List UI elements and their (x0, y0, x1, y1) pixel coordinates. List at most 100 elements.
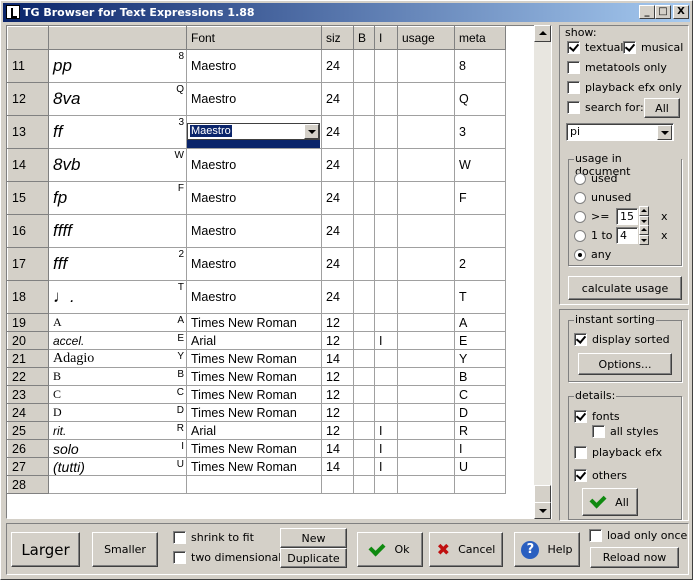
meta-cell[interactable]: B (454, 367, 506, 386)
shrink-to-fit-checkbox[interactable]: shrink to fit (173, 531, 254, 544)
scroll-up-arrow-icon[interactable] (534, 25, 551, 42)
table-row[interactable]: 23 C C Times New Roman 12 C (7, 385, 506, 404)
ok-button[interactable]: Ok (357, 532, 423, 567)
musical-checkbox[interactable]: musical (623, 41, 683, 54)
reload-now-button[interactable]: Reload now (590, 547, 679, 568)
used-radio[interactable]: used (574, 172, 617, 185)
table-row[interactable]: 22 B B Times New Roman 12 B (7, 367, 506, 386)
title-bar[interactable]: TG Browser for Text Expressions 1.88 _ □… (3, 3, 690, 22)
table-row[interactable]: 17 fff 2 Maestro 24 2 (7, 247, 506, 281)
calculate-usage-button[interactable]: calculate usage (568, 276, 682, 300)
range-radio[interactable]: 1 to (574, 229, 613, 242)
size-cell[interactable]: 24 (321, 214, 354, 248)
any-radio[interactable]: any (574, 248, 611, 261)
scroll-down-arrow-icon[interactable] (534, 502, 551, 519)
unused-radio[interactable]: unused (574, 191, 631, 204)
size-cell[interactable]: 12 (321, 331, 354, 350)
all-styles-checkbox[interactable]: all styles (592, 425, 658, 438)
usage-cell[interactable] (397, 82, 455, 116)
gte-value-field[interactable]: 15 (616, 208, 638, 225)
smaller-button[interactable]: Smaller (92, 532, 158, 567)
cancel-button[interactable]: ✖ Cancel (429, 532, 503, 567)
bold-cell[interactable] (353, 247, 375, 281)
header-usage[interactable]: usage (397, 26, 455, 50)
expression-cell[interactable]: (tutti) U (48, 457, 187, 476)
table-row[interactable]: 18 ♩. T Maestro 24 T (7, 280, 506, 314)
meta-cell[interactable]: U (454, 457, 506, 476)
larger-button[interactable]: Larger (11, 532, 80, 567)
table-row[interactable]: 26 solo I Times New Roman 14 I I (7, 439, 506, 458)
size-cell[interactable]: 24 (321, 247, 354, 281)
italic-cell[interactable] (374, 214, 398, 248)
duplicate-button[interactable]: Duplicate (280, 548, 347, 568)
row-number[interactable]: 20 (7, 331, 49, 350)
playback-efx-checkbox[interactable]: playback efx (574, 446, 662, 459)
font-cell[interactable]: Times New Roman (186, 349, 322, 368)
row-number[interactable]: 19 (7, 313, 49, 332)
italic-cell[interactable] (374, 181, 398, 215)
bold-cell[interactable] (353, 349, 375, 368)
italic-cell[interactable] (374, 49, 398, 83)
italic-cell[interactable] (374, 403, 398, 422)
table-row[interactable]: 14 8vb W Maestro 24 W (7, 148, 506, 182)
italic-cell[interactable]: I (374, 421, 398, 440)
table-row[interactable]: 12 8va Q Maestro 24 Q (7, 82, 506, 116)
two-dimensional-checkbox[interactable]: two dimensional (173, 551, 281, 564)
font-cell[interactable]: Times New Roman (186, 385, 322, 404)
usage-cell[interactable] (397, 280, 455, 314)
italic-cell[interactable] (374, 148, 398, 182)
playback-efx-only-checkbox[interactable]: playback efx only (567, 81, 682, 94)
load-only-once-checkbox[interactable]: load only once (589, 529, 687, 542)
close-button[interactable]: X (673, 5, 689, 19)
expression-cell[interactable]: ffff (48, 214, 187, 248)
italic-cell[interactable]: I (374, 331, 398, 350)
bold-cell[interactable] (353, 421, 375, 440)
header-font[interactable]: Font (186, 26, 322, 50)
meta-cell[interactable]: R (454, 421, 506, 440)
grid-scrollbar[interactable] (534, 25, 551, 519)
table-row[interactable]: 11 pp 8 Maestro 24 8 (7, 49, 506, 83)
italic-cell[interactable] (374, 313, 398, 332)
size-cell[interactable]: 14 (321, 439, 354, 458)
chevron-down-icon[interactable] (304, 124, 319, 139)
bold-cell[interactable] (353, 148, 375, 182)
expression-cell[interactable] (48, 475, 187, 494)
size-cell[interactable]: 24 (321, 148, 354, 182)
font-cell[interactable]: Maestro (186, 115, 322, 149)
meta-cell[interactable]: A (454, 313, 506, 332)
size-cell[interactable]: 24 (321, 181, 354, 215)
header-italic[interactable]: I (374, 26, 398, 50)
expression-cell[interactable]: fp F (48, 181, 187, 215)
row-number[interactable]: 24 (7, 403, 49, 422)
font-cell[interactable]: Maestro (186, 181, 322, 215)
meta-cell[interactable]: C (454, 385, 506, 404)
font-cell[interactable]: Times New Roman (186, 439, 322, 458)
size-cell[interactable]: 14 (321, 457, 354, 476)
meta-cell[interactable]: T (454, 280, 506, 314)
usage-cell[interactable] (397, 49, 455, 83)
bold-cell[interactable] (353, 475, 375, 494)
bold-cell[interactable] (353, 331, 375, 350)
size-cell[interactable]: 12 (321, 421, 354, 440)
meta-cell[interactable] (454, 475, 506, 494)
table-row[interactable]: 19 A A Times New Roman 12 A (7, 313, 506, 332)
meta-cell[interactable]: D (454, 403, 506, 422)
size-cell[interactable]: 14 (321, 349, 354, 368)
usage-cell[interactable] (397, 475, 455, 494)
usage-cell[interactable] (397, 403, 455, 422)
table-row[interactable]: 25 rit. R Arial 12 I R (7, 421, 506, 440)
usage-cell[interactable] (397, 148, 455, 182)
font-cell[interactable]: Maestro (186, 148, 322, 182)
gte-radio[interactable]: >= (574, 210, 609, 223)
range-spinner[interactable] (639, 225, 649, 245)
italic-cell[interactable] (374, 115, 398, 149)
table-row[interactable]: 20 accel. E Arial 12 I E (7, 331, 506, 350)
display-sorted-checkbox[interactable]: display sorted (574, 333, 670, 346)
fonts-checkbox[interactable]: fonts (574, 410, 620, 423)
italic-cell[interactable] (374, 385, 398, 404)
table-row[interactable]: 13 ff 3 Maestro 24 3 (7, 115, 506, 149)
italic-cell[interactable]: I (374, 439, 398, 458)
font-cell[interactable]: Arial (186, 331, 322, 350)
expression-cell[interactable]: ff 3 (48, 115, 187, 149)
meta-cell[interactable]: Y (454, 349, 506, 368)
